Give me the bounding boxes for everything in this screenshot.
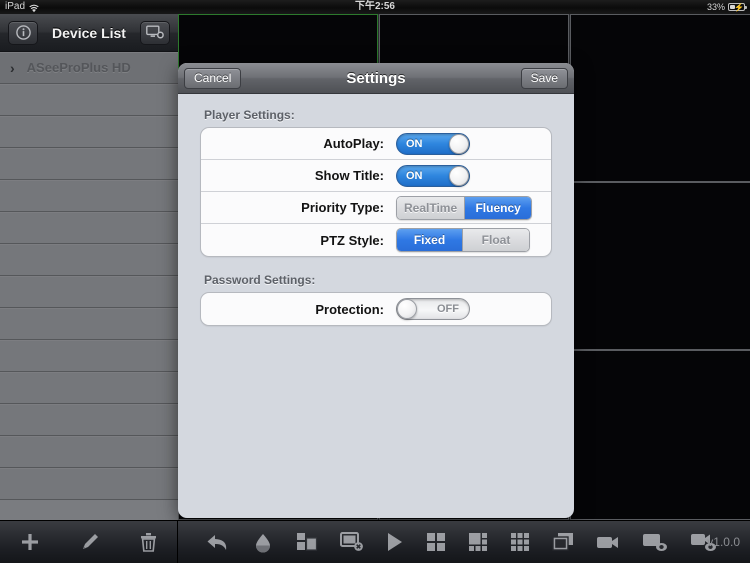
device-list-empty-row[interactable] — [0, 212, 178, 244]
status-bar: iPad 下午2:56 33% ⚡ — [0, 0, 750, 14]
version-label: v1.0.0 — [707, 535, 740, 549]
chevron-right-icon[interactable]: › — [10, 60, 15, 76]
toggle-knob[interactable] — [397, 299, 417, 319]
settings-row-label: Priority Type: — [301, 200, 384, 215]
settings-row-label: Protection: — [315, 301, 384, 317]
device-list-sidebar: Device List › ASeeProPlus HD — [0, 14, 178, 520]
play-icon[interactable] — [386, 532, 404, 552]
toggle-state-label: OFF — [437, 303, 459, 315]
video-cell[interactable] — [570, 350, 750, 520]
modal-navbar: Cancel Settings Save — [178, 63, 574, 94]
single-screen-icon[interactable] — [552, 532, 574, 552]
grid-9-icon[interactable] — [510, 532, 530, 552]
video-cell[interactable] — [570, 182, 750, 350]
toolbar-player-actions: v1.0.0 — [178, 521, 750, 563]
device-list-empty-row[interactable] — [0, 180, 178, 212]
settings-group: Protection: OFF — [200, 292, 552, 326]
device-list-empty-row[interactable] — [0, 148, 178, 180]
toggle-switch[interactable]: ON — [396, 132, 470, 155]
segmented-control: Fixed Float — [396, 228, 530, 252]
settings-group: AutoPlay: ON Show Title: ON Priority Type: Re… — [200, 127, 552, 257]
settings-modal: Cancel Settings Save Player Settings: Aut… — [178, 63, 574, 518]
settings-row: AutoPlay: ON — [201, 128, 551, 160]
back-arrow-icon[interactable] — [206, 532, 230, 552]
battery-charging-icon: ⚡ — [728, 3, 747, 12]
settings-row: Priority Type: RealTime Fluency — [201, 192, 551, 224]
toggle-switch[interactable]: ON — [396, 164, 470, 187]
segment-option[interactable]: Float — [463, 229, 529, 251]
battery-percent-label: 33% — [706, 2, 725, 12]
settings-row-control: ON — [396, 132, 541, 155]
toolbar-device-actions — [0, 521, 178, 563]
close-window-icon[interactable] — [340, 532, 364, 552]
device-list-empty-row[interactable] — [0, 436, 178, 468]
settings-group-header: Password Settings: — [204, 273, 316, 287]
snapshot-playback-icon[interactable] — [642, 532, 668, 552]
device-name-label: ASeeProPlus HD — [26, 60, 131, 75]
status-bar-time: 下午2:56 — [354, 1, 395, 12]
device-list-empty-row[interactable] — [0, 276, 178, 308]
segment-option[interactable]: Fixed — [397, 229, 463, 251]
device-list-empty-row[interactable] — [0, 340, 178, 372]
modal-body: Player Settings: AutoPlay: ON Show Title: ON… — [178, 94, 574, 326]
sidebar-header: Device List — [0, 14, 178, 52]
settings-row-control: Fixed Float — [396, 228, 541, 252]
device-list-item[interactable]: › ASeeProPlus HD — [0, 52, 178, 84]
device-list-empty-row[interactable] — [0, 244, 178, 276]
toggle-state-label: ON — [406, 169, 423, 182]
video-cell[interactable] — [570, 14, 750, 182]
device-list-empty-row[interactable] — [0, 116, 178, 148]
settings-row-control: RealTime Fluency — [396, 195, 541, 220]
segmented-control: RealTime Fluency — [396, 195, 533, 220]
edit-icon[interactable] — [80, 532, 100, 552]
device-list-empty-row[interactable] — [0, 372, 178, 404]
sidebar-title: Device List — [52, 24, 126, 41]
record-icon[interactable] — [596, 533, 620, 551]
status-bar-right: 33% ⚡ — [706, 0, 747, 14]
grid-4-icon[interactable] — [426, 532, 446, 552]
save-button[interactable]: Save — [520, 68, 568, 89]
settings-group-header: Player Settings: — [204, 108, 295, 122]
device-list-empty-row[interactable] — [0, 404, 178, 436]
device-list-empty-row[interactable] — [0, 84, 178, 116]
modal-title: Settings — [346, 69, 406, 87]
settings-row: PTZ Style: Fixed Float — [201, 224, 551, 256]
video-column — [570, 14, 750, 520]
delete-icon[interactable] — [140, 532, 157, 552]
cancel-button[interactable]: Cancel — [184, 68, 242, 89]
toggle-switch[interactable]: OFF — [396, 298, 470, 320]
info-icon[interactable] — [8, 20, 38, 45]
device-list-empty-row[interactable] — [0, 468, 178, 500]
segment-option[interactable]: Fluency — [465, 196, 532, 219]
settings-row-label: Show Title: — [314, 168, 384, 183]
settings-row-label: AutoPlay: — [323, 136, 384, 151]
device-list-empty-rows — [0, 84, 178, 500]
segment-option[interactable]: RealTime — [397, 196, 466, 219]
settings-row: Show Title: ON — [201, 160, 551, 192]
device-list-empty-row[interactable] — [0, 308, 178, 340]
multi-window-icon[interactable] — [296, 532, 318, 552]
settings-row-label: PTZ Style: — [320, 232, 384, 248]
ptz-icon[interactable] — [252, 531, 274, 553]
grid-6-icon[interactable] — [468, 532, 488, 552]
bottom-toolbar: v1.0.0 — [0, 520, 750, 563]
monitor-gear-icon[interactable] — [140, 20, 170, 45]
toggle-knob[interactable] — [449, 165, 469, 186]
settings-row-control: OFF — [396, 298, 541, 320]
toggle-knob[interactable] — [449, 133, 469, 154]
settings-row-control: ON — [396, 164, 541, 187]
settings-row: Protection: OFF — [201, 293, 551, 325]
toggle-state-label: ON — [406, 137, 423, 150]
add-icon[interactable] — [20, 532, 40, 552]
